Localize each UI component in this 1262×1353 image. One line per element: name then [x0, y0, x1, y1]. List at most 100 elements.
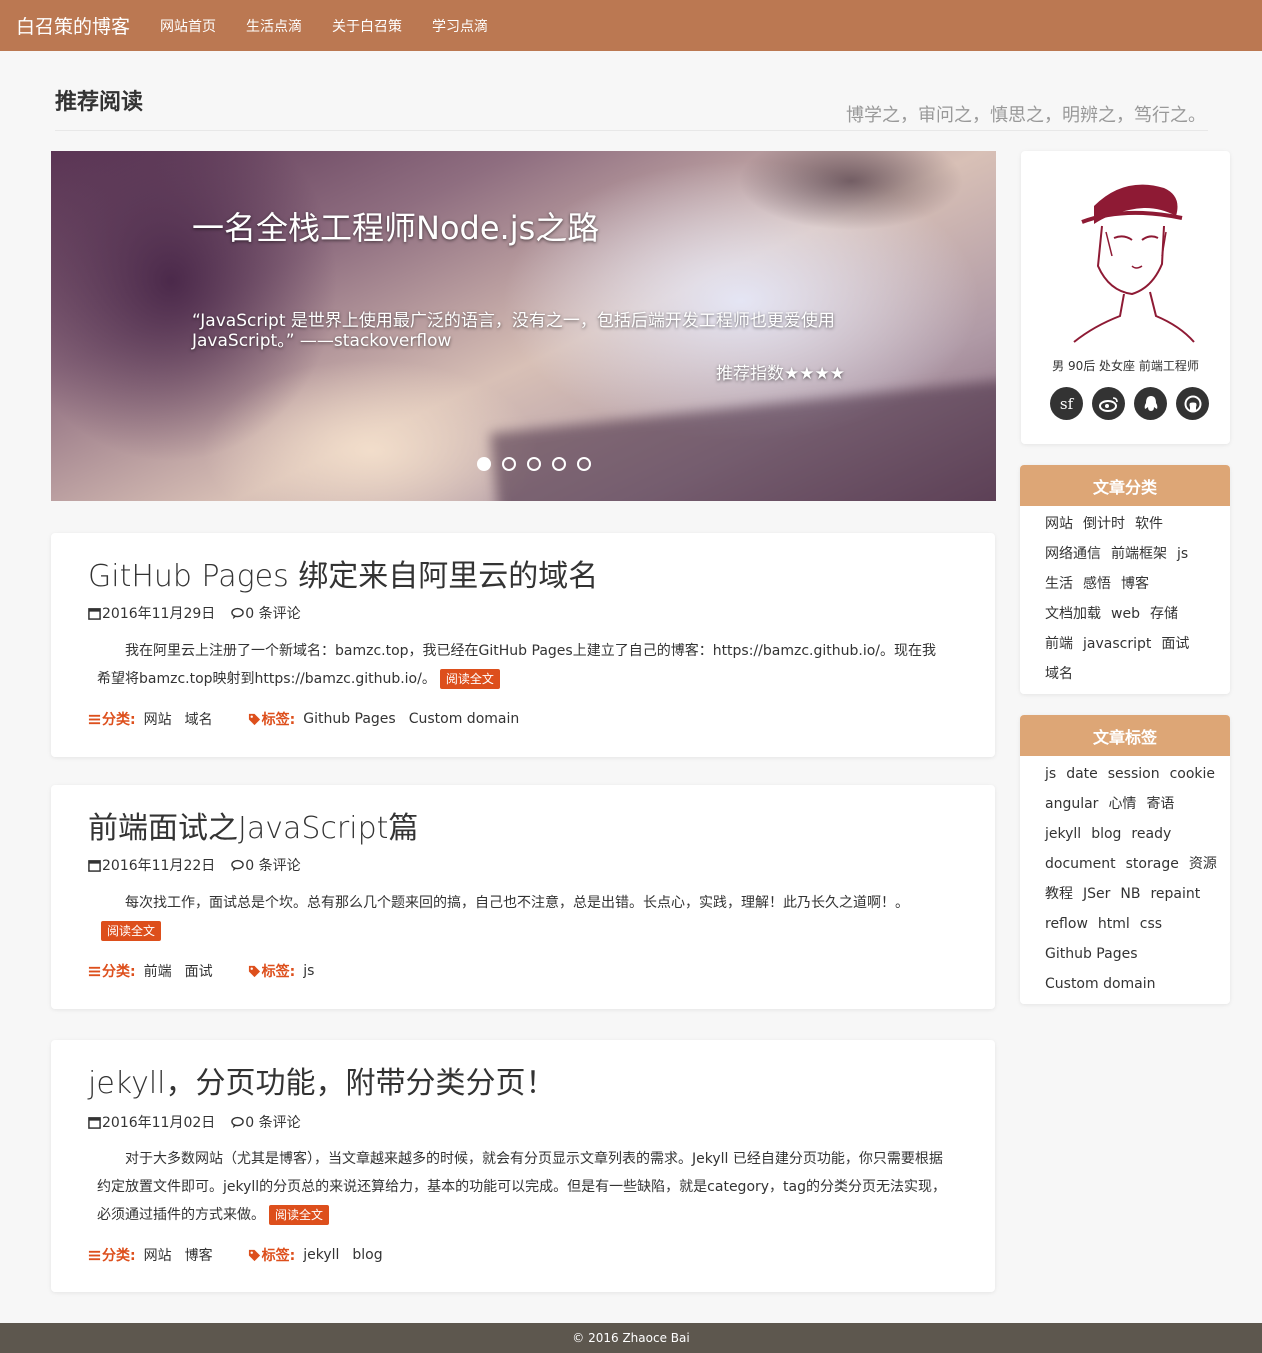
post-comment-count[interactable]: 0 条评论	[245, 855, 300, 875]
category-link[interactable]: web	[1111, 606, 1140, 622]
site-brand-link[interactable]: 白召策的博客	[16, 12, 130, 39]
post-excerpt-text: 对于大多数网站（尤其是博客），当文章越来越多的时候，就会有分页显示文章列表的需求…	[97, 1151, 946, 1223]
tag-link[interactable]: blog	[1091, 826, 1121, 842]
post-card: GitHub Pages 绑定来自阿里云的域名 2016年11月29日 0 条评…	[51, 533, 995, 757]
post-excerpt: 我在阿里云上注册了一个新域名：bamzc.top，我已经在GitHub Page…	[97, 637, 949, 693]
tags-list: js date session cookie angular 心情 寄语 jekyll bl…	[1020, 756, 1230, 999]
tag-link[interactable]: js	[303, 963, 314, 979]
read-more-button[interactable]: 阅读全文	[101, 921, 162, 941]
tag-link[interactable]: reflow	[1045, 916, 1088, 932]
list-icon	[88, 966, 101, 976]
nav-item-home[interactable]: 网站首页	[160, 16, 216, 36]
post-meta: 2016年11月22日 0 条评论	[88, 855, 301, 875]
calendar-icon	[88, 859, 101, 872]
qq-icon[interactable]	[1134, 387, 1167, 420]
category-link[interactable]: 前端框架	[1111, 546, 1167, 562]
tag-link[interactable]: storage	[1126, 856, 1179, 872]
tag-link[interactable]: js	[1045, 766, 1056, 782]
calendar-icon	[88, 1116, 101, 1129]
post-comment-count[interactable]: 0 条评论	[245, 1112, 300, 1132]
tag-link[interactable]: jekyll	[303, 1247, 339, 1263]
weibo-icon[interactable]	[1092, 387, 1125, 420]
copyright-text: © 2016 Zhaoce Bai	[572, 1331, 690, 1345]
read-more-button[interactable]: 阅读全文	[439, 669, 500, 689]
post-title-link[interactable]: 前端面试之JavaScript篇	[88, 803, 418, 847]
github-icon[interactable]	[1176, 387, 1209, 420]
category-link[interactable]: 存储	[1150, 606, 1178, 622]
featured-carousel[interactable]: 一名全栈工程师Node.js之路 “JavaScript 是世界上使用最广泛的语…	[51, 151, 996, 501]
tag-icon	[248, 965, 260, 977]
tag-link[interactable]: blog	[352, 1247, 382, 1263]
tag-link[interactable]: css	[1140, 916, 1162, 932]
category-link[interactable]: 面试	[185, 961, 213, 981]
category-link[interactable]: 域名	[185, 709, 213, 729]
post-meta: 2016年11月02日 0 条评论	[88, 1112, 301, 1132]
category-link[interactable]: 生活	[1045, 576, 1073, 592]
category-link[interactable]: js	[1177, 546, 1188, 562]
post-excerpt-text: 我在阿里云上注册了一个新域名：bamzc.top，我已经在GitHub Page…	[97, 643, 936, 687]
post-comment-count[interactable]: 0 条评论	[245, 603, 300, 623]
category-link[interactable]: 博客	[185, 1245, 213, 1265]
post-title-link[interactable]: jekyll，分页功能，附带分类分页！	[88, 1058, 556, 1102]
tags-panel-title: 文章标签	[1020, 715, 1230, 756]
tag-link[interactable]: html	[1098, 916, 1130, 932]
comment-icon	[231, 1116, 245, 1128]
carousel-slide-rating: 推荐指数★★★★	[716, 364, 845, 384]
nav-item-about[interactable]: 关于白召策	[332, 16, 402, 36]
site-footer: © 2016 Zhaoce Bai	[0, 1323, 1262, 1353]
tag-link[interactable]: document	[1045, 856, 1116, 872]
tag-link[interactable]: Custom domain	[409, 711, 520, 727]
category-link[interactable]: 网站	[144, 709, 172, 729]
tag-link[interactable]: 寄语	[1146, 796, 1174, 812]
category-link[interactable]: 面试	[1161, 636, 1189, 652]
post-title-link[interactable]: GitHub Pages 绑定来自阿里云的域名	[88, 551, 598, 595]
carousel-indicator-1[interactable]	[477, 457, 491, 471]
post-card: jekyll，分页功能，附带分类分页！ 2016年11月02日 0 条评论 对于…	[51, 1040, 995, 1292]
tag-link[interactable]: 教程	[1045, 886, 1073, 902]
tag-link[interactable]: ready	[1131, 826, 1171, 842]
tag-link[interactable]: cookie	[1170, 766, 1215, 782]
tag-link[interactable]: angular	[1045, 796, 1098, 812]
post-date: 2016年11月02日	[102, 1115, 216, 1131]
category-link[interactable]: 前端	[144, 961, 172, 981]
post-taxonomy: 分类: 前端 面试 标签: js	[88, 961, 327, 981]
tag-link[interactable]: repaint	[1150, 886, 1200, 902]
tag-icon	[248, 713, 260, 725]
tag-link[interactable]: 心情	[1108, 796, 1136, 812]
segmentfault-icon[interactable]: sf	[1050, 387, 1083, 420]
category-link[interactable]: 文档加载	[1045, 606, 1101, 622]
tag-icon	[248, 1249, 260, 1261]
category-link[interactable]: 前端	[1045, 636, 1073, 652]
list-icon	[88, 1250, 101, 1260]
carousel-indicator-4[interactable]	[552, 457, 566, 471]
page-title: 推荐阅读	[55, 90, 144, 115]
category-link[interactable]: 软件	[1135, 516, 1163, 532]
category-link[interactable]: 网站	[144, 1245, 172, 1265]
read-more-button[interactable]: 阅读全文	[269, 1205, 330, 1225]
carousel-slide-heading[interactable]: 一名全栈工程师Node.js之路	[192, 209, 602, 247]
category-link[interactable]: 网络通信	[1045, 546, 1101, 562]
carousel-indicator-2[interactable]	[502, 457, 516, 471]
carousel-indicator-3[interactable]	[527, 457, 541, 471]
tag-link[interactable]: jekyll	[1045, 826, 1081, 842]
tag-link[interactable]: Github Pages	[1045, 946, 1138, 962]
tag-link[interactable]: session	[1108, 766, 1160, 782]
tag-link[interactable]: 资源	[1189, 856, 1217, 872]
category-link[interactable]: 博客	[1121, 576, 1149, 592]
tag-label: 标签:	[248, 1245, 295, 1265]
nav-item-life[interactable]: 生活点滴	[246, 16, 302, 36]
post-meta: 2016年11月29日 0 条评论	[88, 603, 301, 623]
category-link[interactable]: 感悟	[1083, 576, 1111, 592]
category-link[interactable]: 网站	[1045, 516, 1073, 532]
tag-link[interactable]: Custom domain	[1045, 976, 1156, 992]
tag-link[interactable]: Github Pages	[303, 711, 396, 727]
category-link[interactable]: 倒计时	[1083, 516, 1125, 532]
nav-item-study[interactable]: 学习点滴	[432, 16, 488, 36]
category-link[interactable]: javascript	[1083, 636, 1151, 652]
tag-link[interactable]: JSer	[1083, 886, 1110, 902]
carousel-indicator-5[interactable]	[577, 457, 591, 471]
tag-link[interactable]: date	[1066, 766, 1098, 782]
tag-link[interactable]: NB	[1120, 886, 1140, 902]
post-taxonomy: 分类: 网站 域名 标签: Github Pages Custom domain	[88, 709, 532, 729]
category-link[interactable]: 域名	[1045, 666, 1073, 682]
